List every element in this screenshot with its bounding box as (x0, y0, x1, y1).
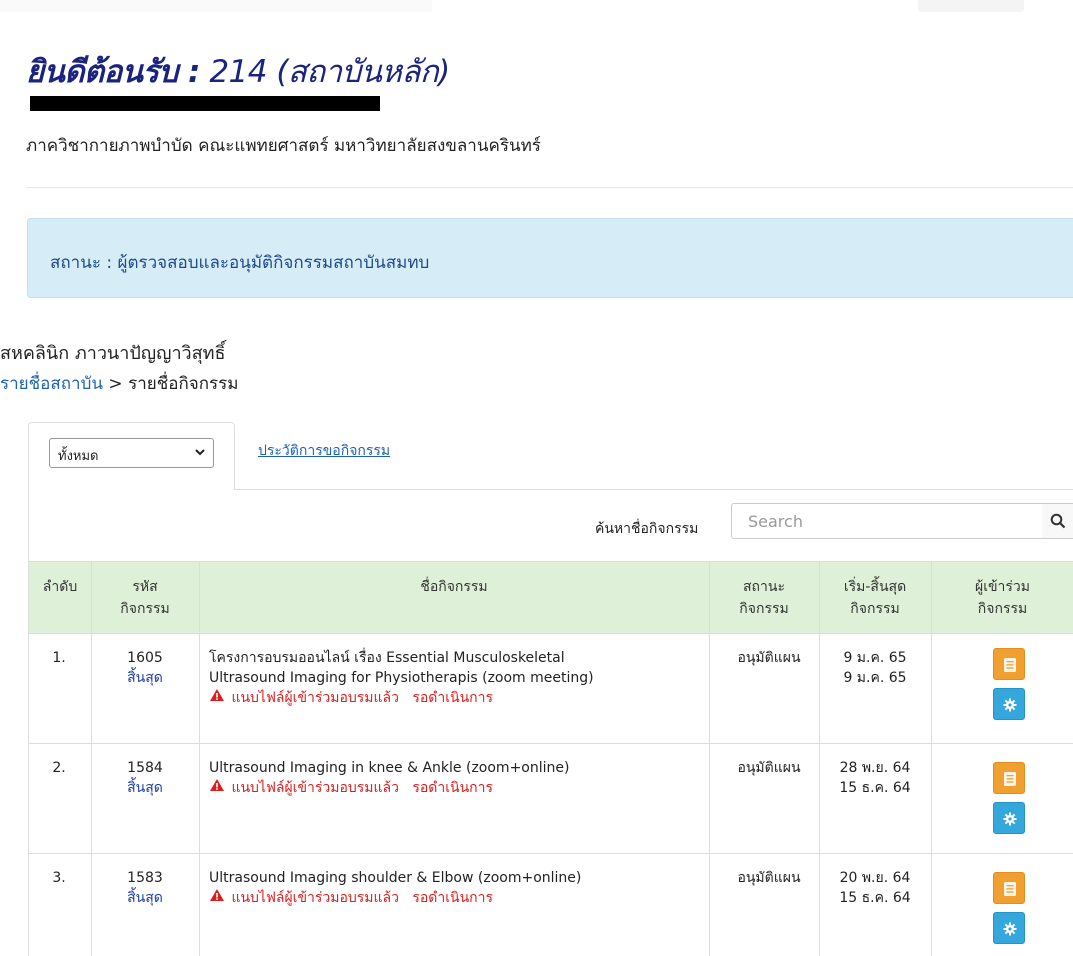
tab-filter: ทั้งหมด (28, 422, 235, 490)
activity-panel: ค้นหาชื่อกิจกรรม Search ลำดับ รหัส กิจกรร… (28, 489, 1073, 956)
warning-triangle-icon (209, 688, 227, 708)
top-bar-right (918, 0, 1024, 12)
top-bar-left (0, 0, 432, 12)
activity-name: โครงการอบรมออนไลน์ เรื่อง Essential Musc… (209, 648, 719, 708)
top-bar (0, 0, 1073, 14)
warning-note: แนบไฟล์ผู้เข้าร่วมอบรมแล้ว รอดำเนินการ (209, 688, 719, 708)
department-name: ภาควิชากายภาพบำบัด คณะแพทยศาสตร์ มหาวิทย… (26, 136, 541, 156)
participant-list-button[interactable] (993, 872, 1025, 904)
participant-list-button[interactable] (993, 762, 1025, 794)
gear-icon (994, 803, 1026, 835)
participant-list-button[interactable] (993, 648, 1025, 680)
warning-triangle-icon (209, 888, 227, 908)
activity-name-line1: Ultrasound Imaging shoulder & Elbow (zoo… (209, 870, 582, 886)
settings-button[interactable] (993, 912, 1025, 944)
activity-code-status: สิ้นสุด (127, 780, 163, 796)
table-row: 2. 1584 สิ้นสุด Ultrasound Imaging in kn… (29, 743, 1073, 853)
search-input[interactable]: Search (731, 503, 1043, 539)
col-status: สถานะ กิจกรรม (739, 579, 789, 617)
row-number: 1. (52, 650, 66, 666)
activity-code-value: 1583 (127, 870, 163, 886)
chevron-down-icon (194, 442, 206, 466)
start-date: 9 ม.ค. 65 (843, 650, 907, 666)
start-date: 20 พ.ย. 64 (839, 870, 911, 886)
activity-code-status: สิ้นสุด (127, 890, 163, 906)
search-row: ค้นหาชื่อกิจกรรม Search (29, 489, 1073, 561)
warning-note: แนบไฟล์ผู้เข้าร่วมอบรมแล้ว รอดำเนินการ (209, 888, 719, 908)
table-row: 1. 1605 สิ้นสุด โครงการอบรมออนไลน์ เรื่อ… (29, 633, 1073, 743)
divider (26, 187, 1073, 188)
table-header: ลำดับ รหัส กิจกรรม ชื่อกิจกรรม สถานะ กิจกร… (29, 561, 1073, 633)
table-row: 3. 1583 สิ้นสุด Ultrasound Imaging shoul… (29, 853, 1073, 956)
gear-icon (994, 913, 1026, 945)
warning-text: แนบไฟล์ผู้เข้าร่วมอบรมแล้ว รอดำเนินการ (231, 780, 494, 796)
activity-code: 1605 สิ้นสุด (91, 648, 199, 688)
gear-icon (994, 689, 1026, 721)
settings-button[interactable] (993, 688, 1025, 720)
end-date: 9 ม.ค. 65 (843, 670, 907, 686)
breadcrumb-institution-link[interactable]: รายชื่อสถาบัน (0, 374, 103, 394)
welcome-value: 214 (สถาบันหลัก) (209, 54, 450, 90)
filter-select[interactable]: ทั้งหมด (49, 438, 214, 468)
breadcrumb-current: รายชื่อกิจกรรม (128, 374, 239, 394)
list-icon (994, 873, 1026, 905)
search-icon (1050, 513, 1066, 529)
activity-name-line2: Ultrasound Imaging for Physiotherapis (z… (209, 670, 594, 686)
status-text: สถานะ : ผู้ตรวจสอบและอนุมัติกิจกรรมสถาบั… (50, 253, 430, 273)
end-date: 15 ธ.ค. 64 (839, 890, 911, 906)
tabs: ทั้งหมด ประวัติการขอกิจกรรม (28, 422, 1073, 490)
warning-text: แนบไฟล์ผู้เข้าร่วมอบรมแล้ว รอดำเนินการ (231, 690, 494, 706)
settings-button[interactable] (993, 802, 1025, 834)
list-icon (994, 649, 1026, 681)
welcome-title: ยินดีต้อนรับ : 214 (สถาบันหลัก) (26, 46, 450, 96)
redacted-name (30, 96, 380, 111)
row-number: 2. (52, 760, 66, 776)
list-icon (994, 763, 1026, 795)
col-name: ชื่อกิจกรรม (420, 579, 488, 595)
warning-text: แนบไฟล์ผู้เข้าร่วมอบรมแล้ว รอดำเนินการ (231, 890, 494, 906)
activity-code: 1583 สิ้นสุด (91, 868, 199, 908)
activity-code: 1584 สิ้นสุด (91, 758, 199, 798)
breadcrumb: รายชื่อสถาบัน > รายชื่อกิจกรรม (0, 370, 238, 397)
activity-name: Ultrasound Imaging in knee & Ankle (zoom… (209, 758, 719, 798)
warning-note: แนบไฟล์ผู้เข้าร่วมอบรมแล้ว รอดำเนินการ (209, 778, 719, 798)
warning-triangle-icon (209, 778, 227, 798)
col-code: รหัส กิจกรรม (120, 579, 170, 617)
breadcrumb-separator: > (108, 374, 123, 394)
activity-code-value: 1605 (127, 650, 163, 666)
start-date: 28 พ.ย. 64 (839, 760, 911, 776)
clinic-name: สหคลินิก ภาวนาปัญญาวิสุทธิ์ (0, 343, 226, 364)
end-date: 15 ธ.ค. 64 (839, 780, 911, 796)
activity-dates: 28 พ.ย. 64 15 ธ.ค. 64 (819, 758, 931, 798)
activity-name-line1: Ultrasound Imaging in knee & Ankle (zoom… (209, 760, 570, 776)
activity-dates: 20 พ.ย. 64 15 ธ.ค. 64 (819, 868, 931, 908)
col-participants: ผู้เข้าร่วม กิจกรรม (974, 579, 1031, 617)
col-order: ลำดับ (42, 579, 78, 595)
activity-status: อนุมัติแผน (737, 760, 801, 776)
activity-name: Ultrasound Imaging shoulder & Elbow (zoo… (209, 868, 719, 908)
filter-select-value: ทั้งหมด (58, 449, 99, 464)
activity-name-line1: โครงการอบรมออนไลน์ เรื่อง Essential Musc… (209, 650, 565, 666)
activity-status: อนุมัติแผน (737, 870, 801, 886)
activity-code-value: 1584 (127, 760, 163, 776)
search-placeholder: Search (748, 512, 803, 531)
status-banner: สถานะ : ผู้ตรวจสอบและอนุมัติกิจกรรมสถาบั… (27, 218, 1073, 298)
activity-code-status: สิ้นสุด (127, 670, 163, 686)
row-number: 3. (52, 870, 66, 886)
tab-request-history[interactable]: ประวัติการขอกิจกรรม (258, 440, 390, 462)
activity-status: อนุมัติแผน (737, 650, 801, 666)
search-button[interactable] (1042, 503, 1073, 539)
welcome-label: ยินดีต้อนรับ : (26, 54, 200, 90)
activity-dates: 9 ม.ค. 65 9 ม.ค. 65 (819, 648, 931, 688)
col-dates: เริ่ม-สิ้นสุด กิจกรรม (843, 579, 907, 617)
search-label: ค้นหาชื่อกิจกรรม (595, 521, 699, 537)
